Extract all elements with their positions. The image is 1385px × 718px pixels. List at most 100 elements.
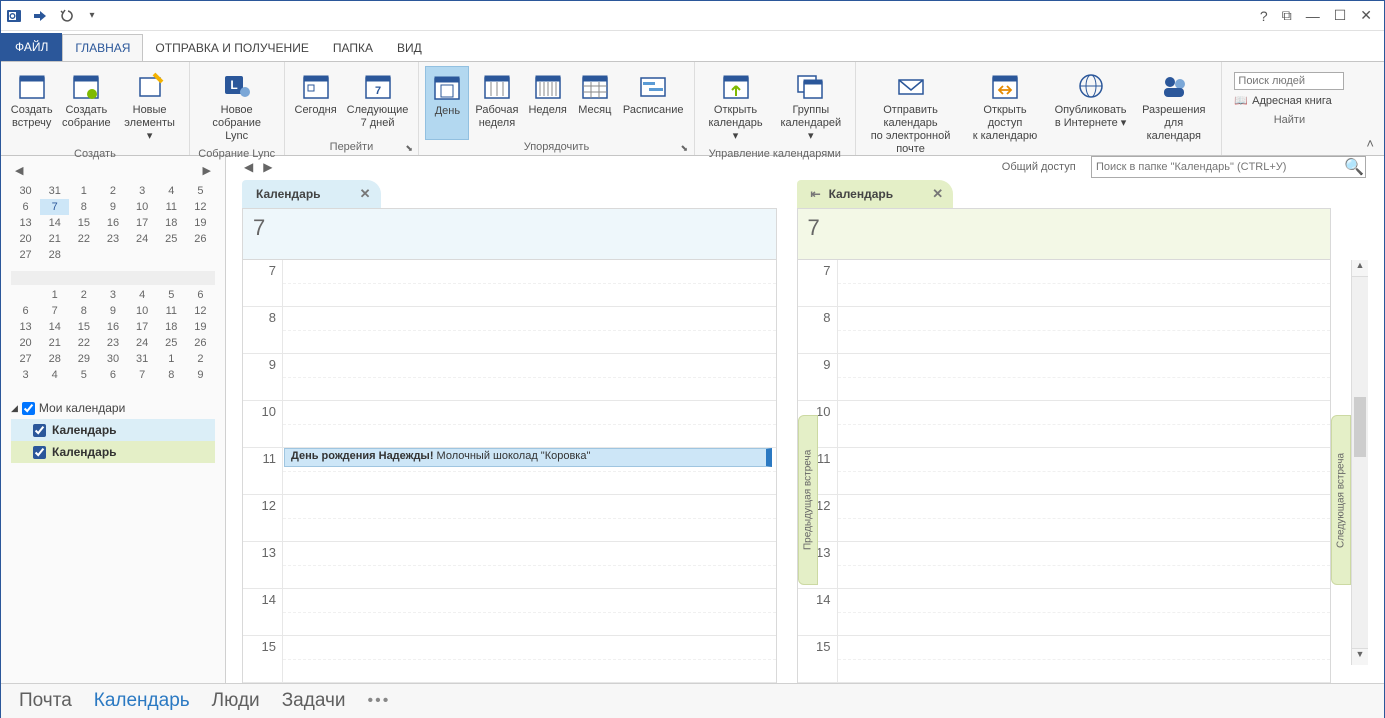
mini-cal-day[interactable]: 5	[186, 183, 215, 199]
share-calendar-button[interactable]: Открыть доступ к календарю	[961, 66, 1049, 160]
ribbon-display-icon[interactable]: ⧉	[1282, 7, 1292, 24]
scroll-up-icon[interactable]: ▲	[1352, 260, 1368, 277]
time-slot[interactable]: 15	[798, 636, 1331, 683]
open-calendar-button[interactable]: Открыть календарь ▾	[701, 66, 771, 147]
time-slot[interactable]: 13	[243, 542, 776, 589]
mini-cal-day[interactable]	[128, 247, 157, 263]
mini-cal-day[interactable]: 17	[128, 215, 157, 231]
prev-appointment-handle[interactable]: Предыдущая встреча	[798, 415, 818, 585]
today-button[interactable]: Сегодня	[291, 66, 341, 140]
mini-cal-day[interactable]: 8	[69, 199, 98, 215]
mini-cal-day[interactable]: 7	[40, 303, 69, 319]
mini-calendar-1[interactable]: 3031123456789101112131415161718192021222…	[11, 183, 215, 263]
time-slot[interactable]: 7	[243, 260, 776, 307]
address-book-button[interactable]: 📖Адресная книга	[1234, 94, 1344, 107]
calendar-1-checkbox[interactable]	[33, 424, 46, 437]
mini-cal-day[interactable]: 8	[69, 303, 98, 319]
scroll-down-icon[interactable]: ▼	[1352, 648, 1368, 665]
mini-cal-day[interactable]: 27	[11, 247, 40, 263]
mini-cal-day[interactable]: 24	[128, 335, 157, 351]
time-slot[interactable]: 10	[243, 401, 776, 448]
mini-cal-day[interactable]: 16	[98, 215, 127, 231]
calendar-permissions-button[interactable]: Разрешения для календаря	[1132, 66, 1215, 160]
next-day-icon[interactable]: ▶	[263, 160, 272, 174]
overlay-arrow-icon[interactable]: ⇤	[811, 187, 821, 201]
mini-cal-day[interactable]: 30	[11, 183, 40, 199]
dialog-launcher-icon[interactable]: ⬊	[681, 143, 691, 153]
mini-cal-day[interactable]: 21	[40, 231, 69, 247]
time-slot[interactable]: 8	[798, 307, 1331, 354]
next-month-icon[interactable]: ▶	[203, 164, 211, 177]
time-slot[interactable]: 13	[798, 542, 1331, 589]
mini-cal-day[interactable]: 23	[98, 231, 127, 247]
mini-cal-day[interactable]: 19	[186, 319, 215, 335]
mini-cal-day[interactable]: 28	[40, 351, 69, 367]
help-icon[interactable]: ?	[1260, 8, 1268, 24]
time-slot[interactable]: 14	[243, 589, 776, 636]
mini-cal-day[interactable]: 6	[11, 303, 40, 319]
mini-cal-day[interactable]: 11	[157, 303, 186, 319]
mini-cal-day[interactable]: 20	[11, 335, 40, 351]
mini-cal-day[interactable]: 22	[69, 335, 98, 351]
appointment-item[interactable]: День рождения Надежды! Молочный шоколад …	[284, 448, 772, 467]
vertical-scrollbar[interactable]: ▲ ▼	[1351, 260, 1368, 665]
mini-cal-day[interactable]: 17	[128, 319, 157, 335]
mini-cal-day[interactable]: 19	[186, 215, 215, 231]
time-slot[interactable]: 9	[798, 354, 1331, 401]
mini-cal-day[interactable]: 6	[98, 367, 127, 383]
qat-customize-icon[interactable]: ▾	[83, 7, 101, 25]
mini-cal-day[interactable]: 20	[11, 231, 40, 247]
undo-icon[interactable]	[57, 7, 75, 25]
close-tab-icon[interactable]: ✕	[932, 186, 943, 202]
new-items-button[interactable]: Новые элементы ▾	[116, 66, 182, 147]
mini-cal-day[interactable]: 25	[157, 231, 186, 247]
mini-cal-day[interactable]: 4	[40, 367, 69, 383]
mini-cal-day[interactable]: 13	[11, 319, 40, 335]
schedule-view-button[interactable]: Расписание	[619, 66, 688, 140]
calendar-2-checkbox[interactable]	[33, 446, 46, 459]
mini-cal-day[interactable]: 8	[157, 367, 186, 383]
mini-cal-day[interactable]: 6	[11, 199, 40, 215]
tab-view[interactable]: ВИД	[385, 35, 434, 61]
close-icon[interactable]: ✕	[1360, 7, 1372, 24]
mini-cal-day[interactable]: 7	[40, 199, 69, 215]
mini-cal-day[interactable]: 12	[186, 303, 215, 319]
search-people-input[interactable]	[1234, 72, 1344, 90]
prev-month-icon[interactable]: ◀	[15, 164, 23, 177]
mini-cal-day[interactable]: 15	[69, 319, 98, 335]
maximize-icon[interactable]: ☐	[1334, 7, 1347, 24]
new-meeting-button[interactable]: Создать собрание	[58, 66, 114, 147]
work-week-button[interactable]: Рабочая неделя	[471, 66, 522, 140]
collapse-ribbon-icon[interactable]: ˄	[1356, 132, 1384, 155]
time-slot[interactable]: 11	[798, 448, 1331, 495]
mini-cal-day[interactable]: 14	[40, 319, 69, 335]
mini-cal-day[interactable]: 7	[128, 367, 157, 383]
mini-cal-day[interactable]: 5	[69, 367, 98, 383]
mini-calendar-2[interactable]: 1234566789101112131415161718192021222324…	[11, 287, 215, 383]
new-lync-meeting-button[interactable]: LНовое собрание Lync	[196, 66, 278, 147]
calendar-item-2[interactable]: Календарь	[11, 441, 215, 463]
mini-cal-day[interactable]: 11	[157, 199, 186, 215]
tab-folder[interactable]: ПАПКА	[321, 35, 385, 61]
mini-cal-day[interactable]: 28	[40, 247, 69, 263]
view-tab-left[interactable]: Календарь ✕	[242, 180, 381, 208]
mini-cal-day[interactable]	[186, 247, 215, 263]
day-view-button[interactable]: День	[425, 66, 469, 140]
week-button[interactable]: Неделя	[524, 66, 570, 140]
minimize-icon[interactable]: —	[1306, 8, 1320, 24]
nav-mail[interactable]: Почта	[19, 690, 72, 712]
new-appointment-button[interactable]: Создать встречу	[7, 66, 56, 147]
mini-cal-day[interactable]: 3	[128, 183, 157, 199]
mini-cal-day[interactable]: 12	[186, 199, 215, 215]
mini-cal-day[interactable]	[98, 247, 127, 263]
scroll-thumb[interactable]	[1354, 397, 1366, 457]
prev-day-icon[interactable]: ◀	[244, 160, 253, 174]
search-icon[interactable]: 🔍	[1343, 157, 1365, 177]
mini-cal-day[interactable]: 22	[69, 231, 98, 247]
mini-cal-day[interactable]: 4	[157, 183, 186, 199]
mini-cal-day[interactable]: 26	[186, 335, 215, 351]
tab-home[interactable]: ГЛАВНАЯ	[62, 34, 143, 61]
calendar-list-header[interactable]: ◢ Мои календари	[11, 397, 215, 419]
time-grid-right[interactable]: Предыдущая встреча 789101112131415	[797, 260, 1332, 683]
time-slot[interactable]: 10	[798, 401, 1331, 448]
